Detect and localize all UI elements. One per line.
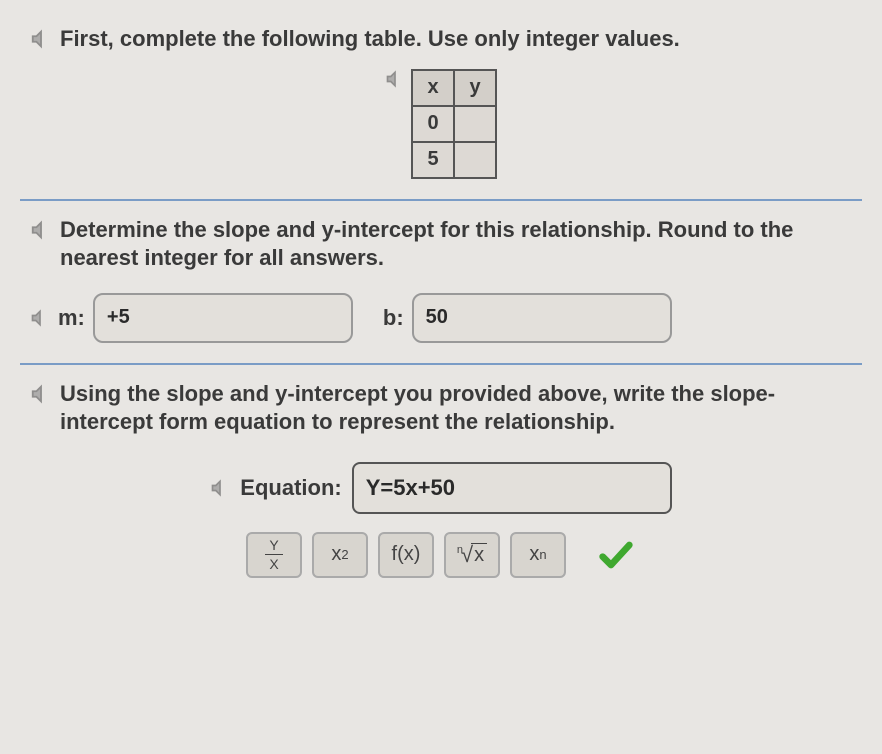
section-table: First, complete the following table. Use… [20, 10, 862, 199]
cell-y-0[interactable] [454, 106, 496, 142]
equation-row: Equation: [30, 462, 852, 514]
instruction-text-2: Determine the slope and y-intercept for … [60, 216, 852, 273]
checkmark-icon[interactable] [596, 535, 636, 575]
subscript-button[interactable]: xn [510, 532, 566, 578]
table-row: 5 [412, 142, 496, 178]
equation-input[interactable] [352, 462, 672, 514]
cell-x-1: 5 [412, 142, 454, 178]
b-group: b: [383, 293, 672, 343]
sub-base: x [529, 543, 539, 566]
cell-x-0: 0 [412, 106, 454, 142]
fraction-button[interactable]: Y X [246, 532, 302, 578]
instruction-row-3: Using the slope and y-intercept you prov… [30, 380, 852, 437]
b-label: b: [383, 305, 404, 331]
nth-root-button[interactable]: n √ x [444, 532, 500, 578]
function-label: f(x) [392, 543, 421, 566]
fraction-denominator: X [269, 555, 278, 571]
sub-index: n [539, 547, 546, 562]
equation-label: Equation: [240, 475, 341, 501]
fraction-numerator: Y [265, 538, 282, 555]
cell-y-1[interactable] [454, 142, 496, 178]
speaker-icon[interactable] [30, 28, 52, 50]
instruction-row-2: Determine the slope and y-intercept for … [30, 216, 852, 273]
power-exp: 2 [341, 547, 348, 562]
speaker-icon[interactable] [30, 383, 52, 405]
section-slope-intercept: Determine the slope and y-intercept for … [20, 201, 862, 363]
speaker-icon[interactable] [30, 308, 50, 328]
speaker-icon[interactable] [385, 69, 405, 89]
function-button[interactable]: f(x) [378, 532, 434, 578]
speaker-icon[interactable] [30, 219, 52, 241]
m-label: m: [58, 305, 85, 331]
section-equation: Using the slope and y-intercept you prov… [20, 365, 862, 598]
m-group: m: [30, 293, 353, 343]
power-base: x [331, 543, 341, 566]
instruction-text-3: Using the slope and y-intercept you prov… [60, 380, 852, 437]
header-y: y [454, 70, 496, 106]
table-row: 0 [412, 106, 496, 142]
slope-intercept-inputs: m: b: [30, 293, 852, 343]
math-toolbar: Y X x2 f(x) n √ x xn [30, 532, 852, 578]
exponent-button[interactable]: x2 [312, 532, 368, 578]
table-wrap: x y 0 5 [30, 69, 852, 179]
xy-table: x y 0 5 [411, 69, 497, 179]
instruction-text-1: First, complete the following table. Use… [60, 25, 680, 54]
instruction-row-1: First, complete the following table. Use… [30, 25, 852, 54]
root-radicand: x [471, 543, 487, 567]
header-x: x [412, 70, 454, 106]
b-input[interactable] [412, 293, 672, 343]
m-input[interactable] [93, 293, 353, 343]
speaker-icon[interactable] [210, 478, 230, 498]
